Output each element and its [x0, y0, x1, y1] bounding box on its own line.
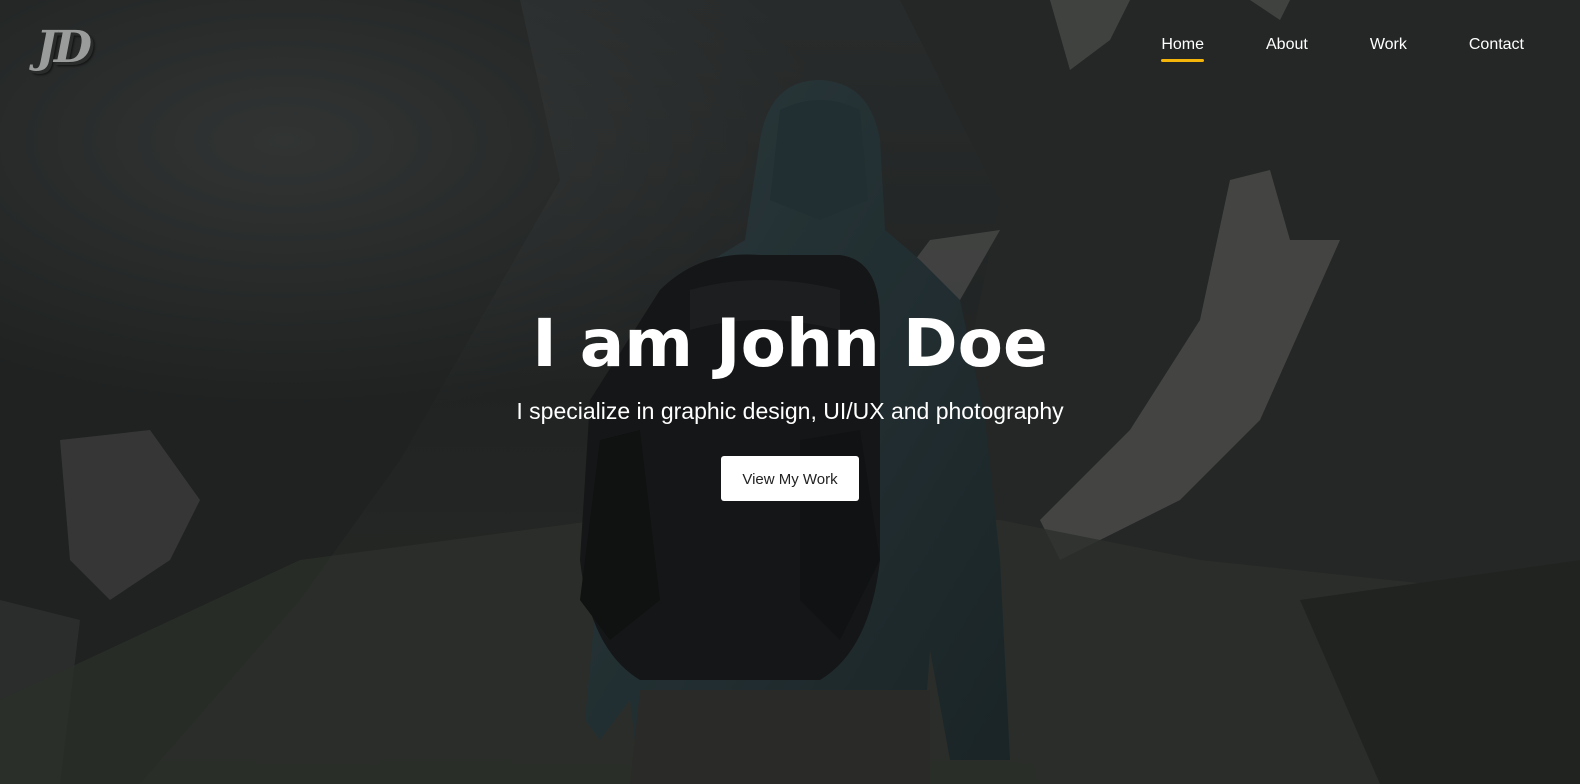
site-logo[interactable]: JD [36, 22, 92, 73]
hero-title: I am John Doe [532, 305, 1048, 382]
nav-item-work[interactable]: Work [1370, 36, 1407, 60]
view-my-work-button[interactable]: View My Work [721, 456, 859, 501]
hero-content: I am John Doe I specialize in graphic de… [0, 306, 1580, 501]
hero-subtitle: I specialize in graphic design, UI/UX an… [516, 398, 1064, 424]
nav-item-about[interactable]: About [1266, 36, 1308, 60]
nav-item-contact[interactable]: Contact [1469, 36, 1524, 60]
main-navigation: Home About Work Contact [1099, 36, 1524, 62]
nav-item-home[interactable]: Home [1161, 36, 1204, 62]
hero-section: JD Home About Work Contact I am John Doe… [0, 0, 1580, 784]
